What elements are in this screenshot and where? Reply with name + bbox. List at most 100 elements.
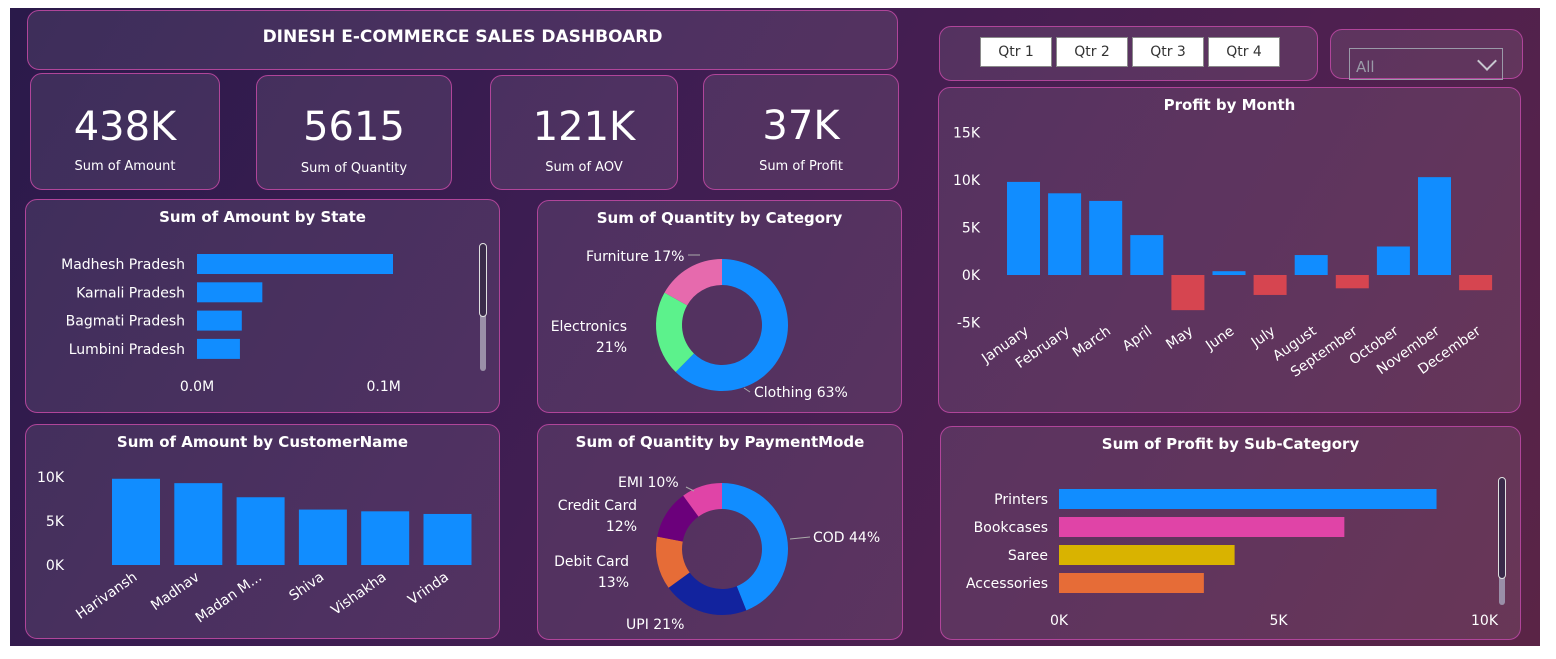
chart-quantity-by-paymentmode[interactable]: Sum of Quantity by PaymentMode COD 44% UP… (537, 424, 903, 640)
y-tick-label: 0K (962, 268, 981, 284)
state-bar-chart: Madhesh Pradesh Karnali Pradesh Bagmati Pr… (61, 254, 401, 395)
x-tick-label: April (1120, 323, 1155, 354)
x-tick-label: 0.1M (366, 379, 400, 395)
bar (1059, 517, 1345, 537)
x-tick-label: 5K (1269, 613, 1288, 629)
bar (197, 254, 393, 274)
data-label: EMI 10% (618, 475, 679, 491)
bar (1048, 193, 1082, 275)
data-label: 12% (606, 519, 637, 535)
x-tick-label: Shiva (286, 569, 327, 604)
kpi-card-amount: 438K Sum of Amount (30, 73, 220, 190)
data-label: Clothing 63% (754, 385, 848, 401)
dashboard-header: DINESH E-COMMERCE SALES DASHBOARD (27, 10, 898, 70)
bar (1459, 275, 1493, 291)
slicer-qtr-3[interactable]: Qtr 3 (1132, 37, 1204, 67)
bar (1007, 181, 1040, 275)
data-label: 21% (596, 340, 627, 356)
bar (112, 478, 160, 565)
x-tick-label: 0K (1050, 613, 1069, 629)
state-dropdown-slicer: All (1330, 29, 1523, 80)
kpi-value: 5615 (303, 104, 405, 150)
category-label: Accessories (966, 576, 1048, 592)
kpi-value: 438K (73, 104, 177, 150)
chart-amount-by-customer[interactable]: Sum of Amount by CustomerName 10K 5K 0K Har… (25, 424, 500, 639)
bar (1212, 271, 1246, 275)
month-bar-chart: 15K10K5K0K-5K JanuaryFebruaryMarch April Ma… (953, 126, 1493, 381)
x-tick-label: Vrinda (405, 569, 451, 608)
leader-line (743, 387, 751, 393)
y-tick-label: -5K (957, 316, 981, 332)
category-label: Karnali Pradesh (76, 285, 185, 301)
x-tick-label: 0.0M (180, 379, 214, 395)
category-donut-chart: Clothing 63% Electronics 21% Furniture 17% (551, 249, 848, 401)
leader-line (685, 486, 695, 492)
chart-scrollbar-thumb[interactable] (1498, 477, 1506, 579)
y-tick-label: 10K (953, 173, 981, 189)
bar (197, 338, 240, 359)
slicer-qtr-2[interactable]: Qtr 2 (1056, 37, 1128, 67)
kpi-label: Sum of AOV (545, 160, 623, 175)
dropdown-selected-value: All (1356, 58, 1375, 76)
bar (1130, 235, 1164, 275)
category-label: Saree (1008, 548, 1048, 564)
chart-scrollbar-thumb[interactable] (479, 243, 487, 317)
x-tick-label: March (1070, 323, 1114, 361)
bar (1335, 275, 1369, 289)
bar (1059, 489, 1437, 509)
x-tick-label: Harivansh (73, 569, 140, 623)
x-tick-label: Vishakha (328, 569, 389, 619)
category-label: Madhesh Pradesh (61, 257, 185, 273)
chart-amount-by-state[interactable]: Sum of Amount by State Madhesh Pradesh Ka… (25, 199, 500, 413)
customer-bar-chart: 10K 5K 0K Harivansh MadhavMadan M... Shiva Vis… (37, 470, 472, 626)
kpi-label: Sum of Quantity (300, 161, 408, 176)
bar (174, 483, 223, 565)
category-label: Bagmati Pradesh (66, 314, 185, 330)
slicer-qtr-4[interactable]: Qtr 4 (1208, 37, 1280, 67)
data-label: Furniture 17% (586, 249, 684, 265)
bar (423, 513, 472, 565)
kpi-value: 121K (532, 104, 636, 150)
data-label: 13% (598, 575, 629, 591)
dashboard-title: DINESH E-COMMERCE SALES DASHBOARD (262, 27, 663, 47)
y-tick-label: 15K (953, 126, 981, 142)
chevron-down-icon (1477, 51, 1497, 71)
bar (361, 511, 410, 565)
kpi-value: 37K (762, 103, 840, 149)
bar (197, 310, 242, 331)
kpi-label: Sum of Profit (759, 159, 843, 174)
dashboard-canvas: DINESH E-COMMERCE SALES DASHBOARD Qtr 1 … (10, 8, 1540, 646)
x-tick-label: 10K (1471, 613, 1499, 629)
chart-quantity-by-category[interactable]: Sum of Quantity by Category Clothing 63%… (537, 200, 902, 413)
data-label: Credit Card (558, 498, 637, 514)
y-tick-label: 0K (46, 558, 65, 574)
data-label: Debit Card (554, 554, 629, 570)
y-tick-label: 10K (37, 470, 65, 486)
data-label: Electronics (551, 319, 627, 335)
category-label: Printers (994, 492, 1048, 508)
kpi-card-aov: 121K Sum of AOV (490, 75, 678, 190)
kpi-label: Sum of Amount (74, 159, 176, 174)
x-tick-label: Madan M... (193, 569, 265, 626)
category-label: Bookcases (974, 520, 1048, 536)
bar (298, 509, 347, 565)
leader-line (789, 536, 811, 540)
slicer-qtr-1[interactable]: Qtr 1 (980, 37, 1052, 67)
y-tick-label: 5K (46, 514, 65, 530)
bar (1418, 177, 1451, 275)
data-label: UPI 21% (626, 617, 684, 633)
x-tick-label: June (1202, 323, 1237, 354)
bar (1171, 275, 1205, 311)
chart-profit-by-month[interactable]: Profit by Month 15K 10K 5K 0K -5K January Febr… (938, 87, 1521, 413)
subcategory-bar-chart: Printers Bookcases Saree Accessories 0K 5K 10K (966, 489, 1499, 629)
category-label: Lumbini Pradesh (69, 342, 185, 358)
x-tick-label: July (1248, 323, 1279, 351)
chart-profit-by-subcategory[interactable]: Sum of Profit by Sub-Category Printers Bo… (940, 426, 1521, 640)
payment-donut-chart: COD 44% UPI 21% Debit Card 13% Credit Card 12… (554, 475, 880, 633)
bar (1376, 246, 1410, 275)
x-tick-label: Madhav (148, 569, 202, 614)
state-dropdown[interactable]: All (1349, 48, 1503, 80)
kpi-card-profit: 37K Sum of Profit (703, 74, 899, 190)
bar (1253, 275, 1287, 295)
kpi-card-quantity: 5615 Sum of Quantity (256, 75, 452, 190)
